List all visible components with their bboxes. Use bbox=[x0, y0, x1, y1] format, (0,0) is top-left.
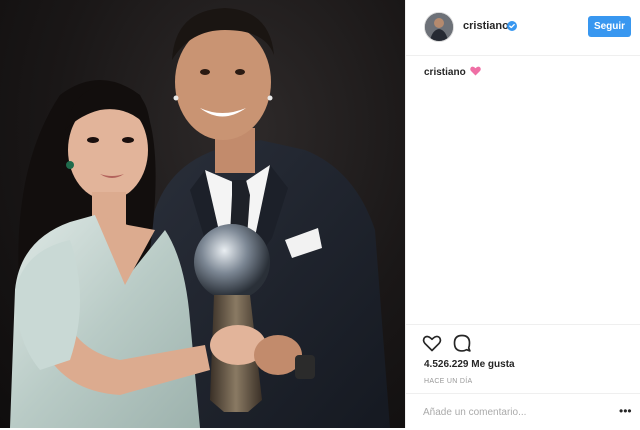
post-side-panel: cristiano Seguir cristiano 4.526.229 Me … bbox=[405, 0, 640, 428]
post-timestamp[interactable]: HACE UN DÍA bbox=[424, 378, 472, 385]
instagram-post: cristiano Seguir cristiano 4.526.229 Me … bbox=[0, 0, 640, 428]
post-header: cristiano Seguir bbox=[406, 0, 640, 56]
photo-illustration bbox=[10, 8, 390, 428]
more-options-icon[interactable]: ••• bbox=[619, 405, 632, 417]
post-caption: cristiano bbox=[424, 66, 482, 78]
likes-count[interactable]: 4.526.229 Me gusta bbox=[424, 359, 515, 370]
heart-emoji-icon bbox=[470, 66, 482, 76]
avatar-photo bbox=[425, 13, 453, 41]
caption-username[interactable]: cristiano bbox=[424, 67, 466, 78]
comment-bar: ••• bbox=[406, 393, 640, 430]
follow-button[interactable]: Seguir bbox=[588, 16, 631, 37]
like-heart-icon[interactable] bbox=[422, 333, 442, 353]
comment-input[interactable] bbox=[423, 404, 603, 420]
post-actions: 4.526.229 Me gusta HACE UN DÍA ••• bbox=[406, 324, 640, 429]
post-photo[interactable] bbox=[0, 0, 405, 428]
comment-bubble-icon[interactable] bbox=[452, 333, 472, 353]
author-username[interactable]: cristiano bbox=[463, 20, 509, 32]
author-avatar[interactable] bbox=[424, 12, 454, 42]
verified-badge-icon bbox=[507, 21, 517, 31]
